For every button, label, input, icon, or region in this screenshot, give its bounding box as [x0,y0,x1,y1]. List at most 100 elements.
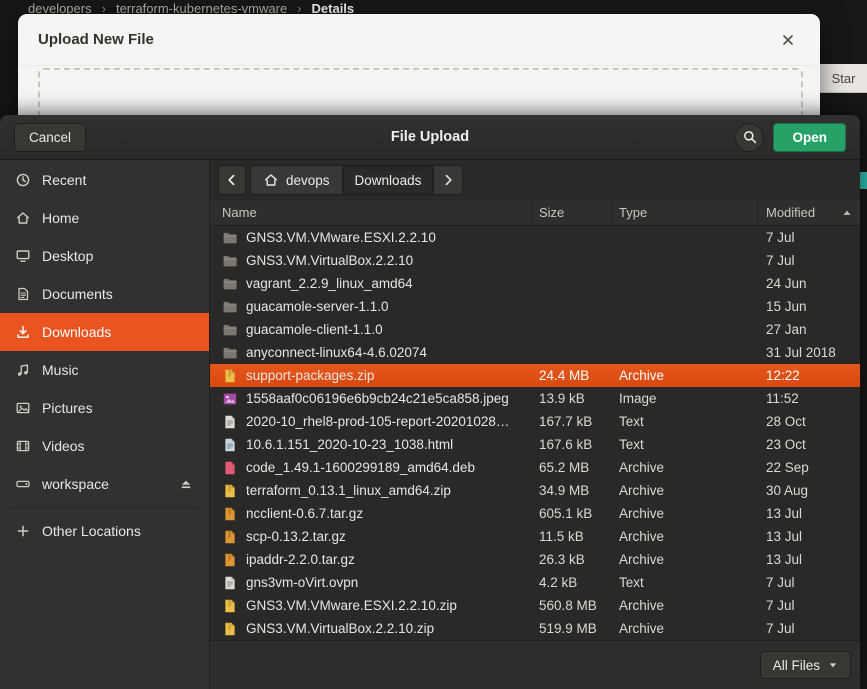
file-name: ncclient-0.6.7.tar.gz [246,506,363,521]
archive-icon [222,368,238,384]
file-name: 1558aaf0c06196e6b9cb24c21e5ca858.jpeg [246,391,509,406]
file-modified: 24 Jun [758,276,860,291]
file-row[interactable]: GNS3.VM.VirtualBox.2.2.10.zip 519.9 MB A… [210,617,860,640]
file-type: Text [613,575,758,590]
file-modified: 15 Jun [758,299,860,314]
file-size: 34.9 MB [533,483,613,498]
file-name: gns3vm-oVirt.ovpn [246,575,358,590]
dropdown-arrow-icon [828,660,838,670]
file-size: 4.2 kB [533,575,613,590]
folder-icon [222,345,238,361]
folder-icon [222,322,238,338]
file-row[interactable]: 2020-10_rhel8-prod-105-report-20201028… … [210,410,860,433]
file-row[interactable]: 1558aaf0c06196e6b9cb24c21e5ca858.jpeg 13… [210,387,860,410]
column-headers: Name Size Type Modified [210,200,860,226]
documents-icon [15,286,31,302]
open-button[interactable]: Open [773,123,846,152]
file-row[interactable]: ipaddr-2.2.0.tar.gz 26.3 kB Archive 13 J… [210,548,860,571]
column-type[interactable]: Type [613,200,758,225]
column-size[interactable]: Size [533,200,613,225]
file-modified: 13 Jul [758,552,860,567]
file-row[interactable]: 10.6.1.151_2020-10-23_1038.html 167.6 kB… [210,433,860,456]
file-size: 167.6 kB [533,437,613,452]
sidebar-item-workspace[interactable]: workspace [0,465,209,503]
file-modified: 7 Jul [758,230,860,245]
file-size: 24.4 MB [533,368,613,383]
file-row[interactable]: vagrant_2.2.9_linux_amd64 24 Jun [210,272,860,295]
pictures-icon [15,400,31,416]
path-current-button[interactable]: Downloads [343,165,435,195]
file-modified: 7 Jul [758,621,860,636]
file-modified: 23 Oct [758,437,860,452]
file-modified: 27 Jan [758,322,860,337]
file-size: 13.9 kB [533,391,613,406]
search-button[interactable] [735,123,764,152]
sidebar-item-home[interactable]: Home [0,199,209,237]
file-row[interactable]: GNS3.VM.VMware.ESXI.2.2.10 7 Jul [210,226,860,249]
file-size: 167.7 kB [533,414,613,429]
back-button[interactable] [218,165,246,195]
sidebar-item-music[interactable]: Music [0,351,209,389]
folder-icon [222,253,238,269]
cancel-button[interactable]: Cancel [14,123,86,152]
file-row[interactable]: GNS3.VM.VMware.ESXI.2.2.10.zip 560.8 MB … [210,594,860,617]
file-row[interactable]: guacamole-client-1.1.0 27 Jan [210,318,860,341]
close-icon[interactable] [776,28,800,52]
file-type: Image [613,391,758,406]
sidebar-item-downloads[interactable]: Downloads [0,313,209,351]
file-type: Archive [613,506,758,521]
file-pane: devops Downloads Name Size Type Modified… [210,160,860,689]
breadcrumb-separator: › [297,1,301,14]
breadcrumb-item[interactable]: developers [28,1,92,14]
archive-icon [222,621,238,637]
recent-icon [15,172,31,188]
file-name: GNS3.VM.VMware.ESXI.2.2.10 [246,230,436,245]
file-modified: 7 Jul [758,575,860,590]
sidebar-separator [10,507,199,508]
archive-icon [222,598,238,614]
file-row[interactable]: gns3vm-oVirt.ovpn 4.2 kB Text 7 Jul [210,571,860,594]
eject-icon[interactable] [175,473,197,495]
file-row[interactable]: GNS3.VM.VirtualBox.2.2.10 7 Jul [210,249,860,272]
file-row[interactable]: scp-0.13.2.tar.gz 11.5 kB Archive 13 Jul [210,525,860,548]
forward-button[interactable] [434,165,463,195]
file-type: Text [613,414,758,429]
downloads-icon [15,324,31,340]
file-row[interactable]: anyconnect-linux64-4.6.02074 31 Jul 2018 [210,341,860,364]
star-button[interactable]: Star [820,64,867,93]
plus-icon [15,523,31,539]
breadcrumb-item[interactable]: terraform-kubernetes-vmware [116,1,287,14]
file-modified: 30 Aug [758,483,860,498]
path-home-button[interactable]: devops [250,165,343,195]
file-row[interactable]: guacamole-server-1.1.0 15 Jun [210,295,860,318]
column-type-label: Type [619,205,647,220]
drive-icon [15,476,31,492]
tar-icon [222,552,238,568]
file-row[interactable]: ncclient-0.6.7.tar.gz 605.1 kB Archive 1… [210,502,860,525]
file-row[interactable]: support-packages.zip 24.4 MB Archive 12:… [210,364,860,387]
teal-indicator [860,172,867,189]
file-name: terraform_0.13.1_linux_amd64.zip [246,483,451,498]
file-row[interactable]: terraform_0.13.1_linux_amd64.zip 34.9 MB… [210,479,860,502]
sidebar-item-desktop[interactable]: Desktop [0,237,209,275]
file-name: guacamole-server-1.1.0 [246,299,389,314]
file-modified: 22 Sep [758,460,860,475]
file-row[interactable]: code_1.49.1-1600299189_amd64.deb 65.2 MB… [210,456,860,479]
column-size-label: Size [539,205,564,220]
file-type: Archive [613,598,758,613]
sidebar-item-pictures[interactable]: Pictures [0,389,209,427]
file-type-filter-button[interactable]: All Files [760,651,851,679]
column-name[interactable]: Name [210,200,533,225]
sidebar-item-other-locations[interactable]: Other Locations [0,512,209,550]
sidebar-item-videos[interactable]: Videos [0,427,209,465]
bottom-bar: All Files [210,640,860,689]
sidebar-item-documents[interactable]: Documents [0,275,209,313]
file-modified: 13 Jul [758,506,860,521]
file-type: Archive [613,483,758,498]
file-name: GNS3.VM.VMware.ESXI.2.2.10.zip [246,598,457,613]
breadcrumb-separator: › [102,1,106,14]
folder-icon [222,276,238,292]
column-modified[interactable]: Modified [758,200,860,225]
tar-icon [222,529,238,545]
sidebar-item-recent[interactable]: Recent [0,161,209,199]
